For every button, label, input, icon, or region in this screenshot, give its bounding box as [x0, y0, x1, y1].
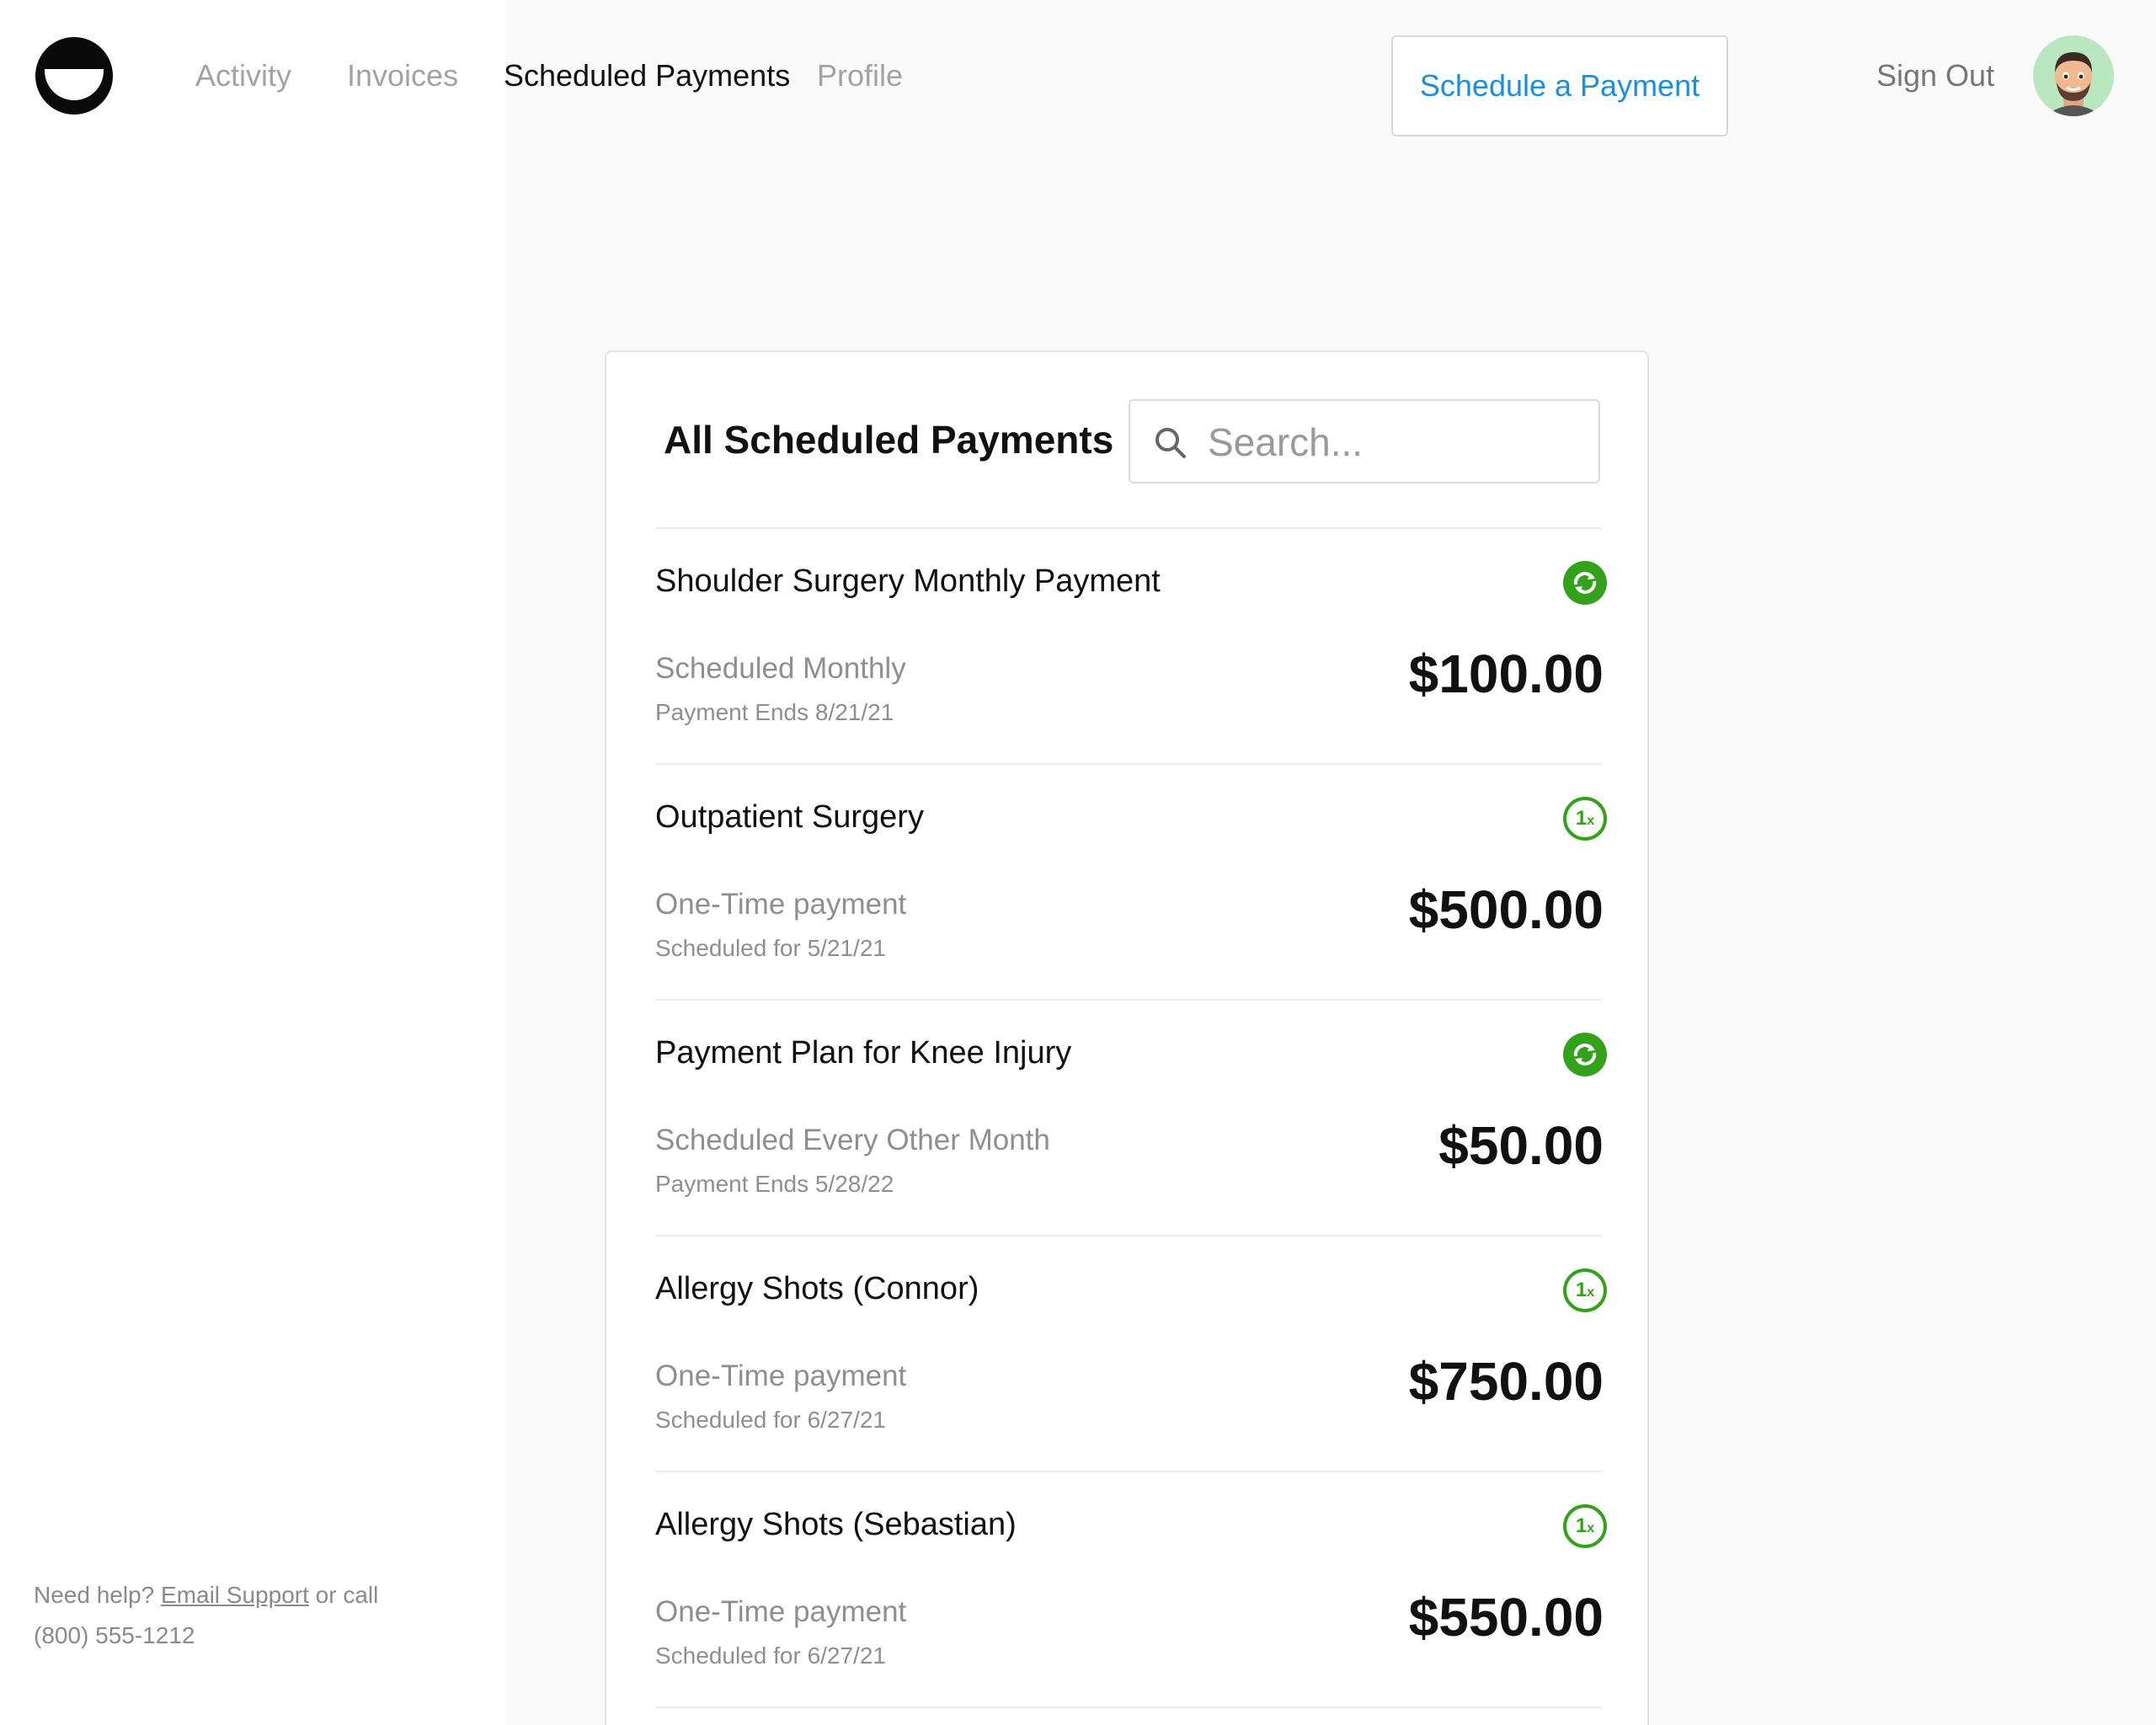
logo-smile-shape	[45, 69, 104, 100]
payment-row[interactable]: Shoulder Surgery Monthly Payment Schedul…	[655, 527, 1607, 763]
one-time-icon: 1x	[1563, 1504, 1607, 1548]
payment-type: One-Time payment	[655, 1595, 907, 1628]
payment-name: Allergy Shots (Sebastian)	[655, 1507, 1017, 1542]
payment-name: Outpatient Surgery	[655, 799, 924, 835]
avatar-face-icon	[2045, 52, 2102, 116]
avatar[interactable]	[2033, 35, 2114, 116]
nav-item-invoices[interactable]: Invoices	[347, 54, 458, 98]
recurring-icon	[1563, 1033, 1607, 1076]
payment-name: Payment Plan for Knee Injury	[655, 1035, 1072, 1071]
nav-item-activity[interactable]: Activity	[195, 54, 291, 98]
payment-detail: Scheduled for 6/27/21	[655, 1642, 886, 1669]
payment-type: One-Time payment	[655, 888, 907, 921]
payment-amount: $500.00	[1408, 879, 1604, 940]
payment-row[interactable]: Allergy Shots (Sebastian) 1x One-Time pa…	[655, 1471, 1607, 1706]
payment-amount: $750.00	[1408, 1351, 1604, 1412]
nav-item-scheduled-payments[interactable]: Scheduled Payments	[504, 54, 790, 98]
payment-detail: Scheduled for 5/21/21	[655, 935, 886, 961]
payment-amount: $50.00	[1438, 1115, 1604, 1176]
payment-detail: Scheduled for 6/27/21	[655, 1407, 886, 1433]
payments-list: Shoulder Surgery Monthly Payment Schedul…	[655, 527, 1607, 1723]
sign-out-link[interactable]: Sign Out	[1876, 54, 1994, 98]
payment-name: Shoulder Surgery Monthly Payment	[655, 563, 1161, 599]
payment-row[interactable]: Allergy Shots (Connor) 1x One-Time payme…	[655, 1235, 1607, 1471]
payment-type: One-Time payment	[655, 1359, 907, 1392]
schedule-payment-button[interactable]: Schedule a Payment	[1391, 35, 1728, 136]
search-icon	[1155, 428, 1186, 458]
search-box[interactable]	[1129, 399, 1600, 483]
payment-detail: Payment Ends 5/28/22	[655, 1171, 894, 1197]
recurring-icon	[1563, 561, 1607, 605]
payment-row[interactable]: Outpatient Surgery 1x One-Time payment S…	[655, 763, 1607, 999]
payment-amount: $100.00	[1408, 644, 1604, 704]
scheduled-payments-card: All Scheduled Payments Shoulder Surgery …	[605, 350, 1649, 1725]
nav-item-profile[interactable]: Profile	[817, 54, 903, 98]
payment-type: Scheduled Every Other Month	[655, 1124, 1050, 1156]
help-prefix: Need help?	[34, 1582, 155, 1608]
logo[interactable]	[35, 37, 113, 115]
email-support-link[interactable]: Email Support	[161, 1582, 309, 1608]
search-input[interactable]	[1208, 413, 1578, 472]
payment-detail: Payment Ends 8/21/21	[655, 699, 894, 725]
sidebar	[0, 0, 505, 1725]
one-time-icon: 1x	[1563, 1268, 1607, 1312]
card-title: All Scheduled Payments	[664, 418, 1114, 462]
payment-amount: $550.00	[1408, 1587, 1604, 1648]
payment-row[interactable]: Payment Plan for Knee Injury Scheduled E…	[655, 999, 1607, 1235]
payment-name: Allergy Shots (Connor)	[655, 1271, 979, 1306]
help-text: Need help? Email Support or call (800) 5…	[34, 1575, 387, 1656]
payment-type: Scheduled Monthly	[655, 652, 906, 685]
one-time-icon: 1x	[1563, 797, 1607, 841]
payment-row-divider	[655, 1706, 1602, 1723]
